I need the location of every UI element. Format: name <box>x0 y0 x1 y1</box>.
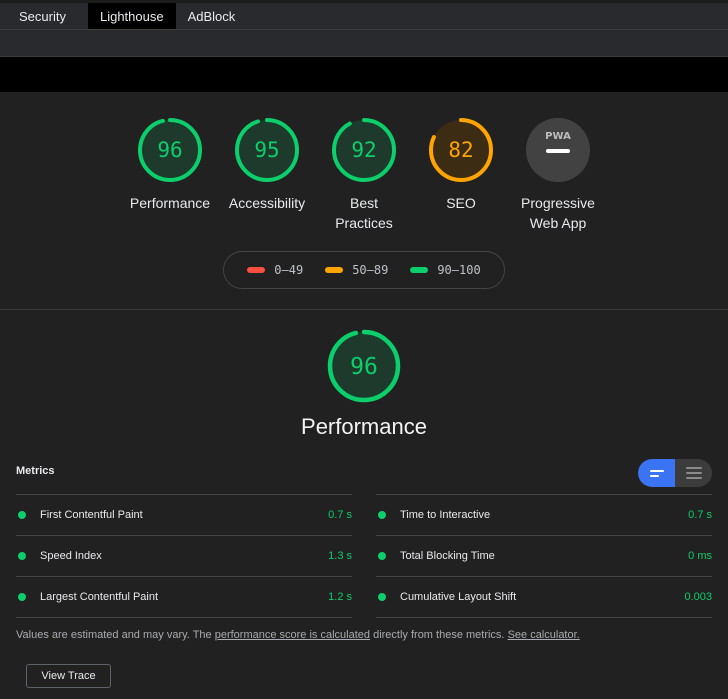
metric-time-to-interactive: Time to Interactive 0.7 s <box>376 494 712 535</box>
gauge-accessibility[interactable]: 95 Accessibility <box>212 116 322 213</box>
tab-lighthouse-label: Lighthouse <box>99 8 164 24</box>
legend-average: 50–89 <box>325 263 388 277</box>
performance-gauge-large-ring: 96 <box>327 329 401 403</box>
gauge-seo-score: 82 <box>448 138 473 162</box>
gauge-performance-ring: 96 <box>138 118 202 182</box>
gauge-pwa[interactable]: PWA Progressive Web App <box>503 116 613 233</box>
metric-cumulative-layout-shift: Cumulative Layout Shift 0.003 <box>376 576 712 617</box>
gauge-performance-score: 96 <box>157 138 182 162</box>
score-scale-legend: 0–49 50–89 90–100 <box>223 251 505 289</box>
pass-dot-icon <box>18 552 26 560</box>
gauge-seo[interactable]: 82 SEO <box>406 116 516 213</box>
pass-dot-icon <box>378 593 386 601</box>
performance-section-title: Performance <box>301 414 427 439</box>
pass-dot-icon <box>18 593 26 601</box>
metric-largest-contentful-paint: Largest Contentful Paint 1.2 s <box>16 576 352 617</box>
scores-summary: 96 Performance 95 Accessibility 92 Best P… <box>0 92 728 310</box>
pass-dot-icon <box>378 511 386 519</box>
performance-gauge-large: 96 <box>0 328 728 404</box>
tab-security-label: Security <box>19 8 66 24</box>
gauge-accessibility-score: 95 <box>254 138 279 162</box>
metrics-grid: First Contentful Paint 0.7 s Time to Inte… <box>16 494 712 617</box>
gauge-performance[interactable]: 96 Performance <box>115 116 225 213</box>
legend-pass-swatch <box>410 267 429 273</box>
lighthouse-toolbar <box>0 30 728 57</box>
gauge-pwa-label: Progressive Web App <box>521 195 595 231</box>
metric-speed-index: Speed Index 1.3 s <box>16 535 352 576</box>
see-calculator-link[interactable]: See calculator. <box>508 629 580 641</box>
gauge-best-practices[interactable]: 92 Best Practices <box>309 116 419 233</box>
gauge-accessibility-ring: 95 <box>235 118 299 182</box>
gauge-accessibility-label: Accessibility <box>228 195 306 211</box>
metric-total-blocking-time: Total Blocking Time 0 ms <box>376 535 712 576</box>
gauge-best-practices-label: Best Practices <box>335 195 393 231</box>
report-topbar <box>0 57 728 92</box>
metrics-heading: Metrics <box>16 465 55 477</box>
legend-pass: 90–100 <box>410 263 481 277</box>
metrics-bottom-border <box>16 617 712 618</box>
metrics-disclaimer: Values are estimated and may vary. The p… <box>16 629 580 641</box>
tab-adblock[interactable]: AdBlock <box>176 3 252 29</box>
tab-lighthouse[interactable]: Lighthouse <box>87 3 176 29</box>
pass-dot-icon <box>18 511 26 519</box>
gauge-seo-label: SEO <box>446 195 476 211</box>
view-trace-button[interactable]: View Trace <box>26 664 111 688</box>
tab-security[interactable]: Security <box>0 3 82 29</box>
tab-adblock-label: AdBlock <box>187 8 236 24</box>
gauge-seo-ring: 82 <box>429 118 493 182</box>
toggle-summary-view-icon[interactable] <box>638 459 675 487</box>
legend-average-swatch <box>325 267 344 273</box>
performance-score-large: 96 <box>350 354 378 380</box>
devtools-tab-bar: Security Lighthouse AdBlock <box>0 0 728 30</box>
gauge-performance-label: Performance <box>129 195 211 211</box>
legend-fail-swatch <box>247 267 266 273</box>
metric-first-contentful-paint: First Contentful Paint 0.7 s <box>16 494 352 535</box>
pwa-badge-icon: PWA <box>526 118 590 182</box>
legend-fail: 0–49 <box>247 263 303 277</box>
pass-dot-icon <box>378 552 386 560</box>
gauge-best-practices-score: 92 <box>351 138 376 162</box>
pwa-badge-text: PWA <box>545 131 571 142</box>
gauge-best-practices-ring: 92 <box>332 118 396 182</box>
metrics-view-toggle[interactable] <box>638 459 712 487</box>
score-calculated-link[interactable]: performance score is calculated <box>215 629 370 641</box>
toggle-expanded-view-icon[interactable] <box>675 459 712 487</box>
